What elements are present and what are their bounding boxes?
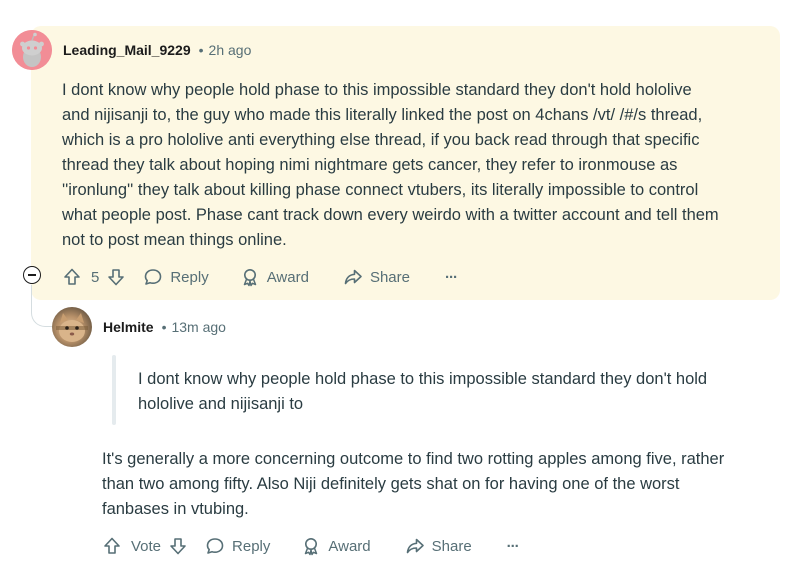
- upvote-button[interactable]: [102, 536, 122, 556]
- avatar[interactable]: [12, 30, 52, 70]
- quote-line: I dont know why people hold phase to thi…: [138, 370, 708, 388]
- username[interactable]: Helmite: [103, 319, 154, 335]
- separator-dot: •: [161, 319, 167, 335]
- award-button[interactable]: Award: [301, 536, 371, 556]
- award-label: Award: [328, 537, 371, 555]
- snoo-avatar-icon: [12, 30, 52, 70]
- reply-speech-bubble-icon: [206, 538, 224, 554]
- reply-label: Reply: [170, 268, 209, 286]
- comment-action-bar: Vote Reply Award Share ···: [102, 531, 520, 561]
- downvote-button[interactable]: [106, 267, 126, 287]
- upvote-arrow-icon: [64, 268, 80, 285]
- minus-icon: [28, 274, 36, 276]
- timestamp-text: 13m ago: [171, 319, 226, 335]
- reply-button[interactable]: Reply: [205, 536, 270, 556]
- timestamp-text: 2h ago: [208, 42, 252, 58]
- comment-line: fanbases in vtubing.: [102, 500, 249, 518]
- downvote-arrow-icon: [108, 269, 125, 286]
- avatar[interactable]: [52, 307, 92, 347]
- award-icon: [243, 269, 256, 287]
- more-options-button[interactable]: ···: [445, 269, 458, 286]
- blockquote-bar: [112, 355, 116, 425]
- reply-speech-bubble-icon: [145, 269, 162, 285]
- comment-line: and nijisanji to, the guy who made this …: [62, 106, 703, 124]
- comment-body: It's generally a more concerning outcome…: [102, 447, 724, 522]
- reply-label: Reply: [232, 537, 271, 555]
- share-button[interactable]: Share: [343, 267, 410, 287]
- share-label: Share: [431, 537, 472, 555]
- share-button[interactable]: Share: [405, 536, 472, 556]
- comment-line: It's generally a more concerning outcome…: [102, 450, 725, 468]
- award-icon: [305, 538, 318, 556]
- upvote-arrow-icon: [104, 537, 120, 554]
- comment-action-bar: 5 Reply Award Share ···: [62, 262, 458, 292]
- blockquote: I dont know why people hold phase to thi…: [138, 367, 707, 417]
- timestamp[interactable]: • 13m ago: [162, 319, 226, 335]
- comment-line: thread they talk about hoping nimi night…: [62, 156, 678, 174]
- comment-line: than two among fifty. Also Niji definite…: [102, 475, 680, 493]
- comment-meta: Helmite • 13m ago: [103, 319, 226, 335]
- comment-line: what people post. Phase cant track down …: [62, 206, 719, 224]
- upvote-button[interactable]: [62, 267, 82, 287]
- reply-button[interactable]: Reply: [143, 267, 209, 287]
- comment-line: not to post mean things online.: [62, 231, 287, 249]
- share-label: Share: [369, 268, 410, 286]
- award-button[interactable]: Award: [240, 267, 309, 287]
- vote-label: Vote: [131, 537, 162, 555]
- timestamp[interactable]: • 2h ago: [199, 42, 252, 58]
- thread-connector-line: [31, 285, 53, 327]
- more-options-button[interactable]: ···: [507, 538, 520, 555]
- comment-line: ''ironlung'' they talk about killing pha…: [62, 181, 699, 199]
- cat-avatar-icon: [56, 313, 88, 342]
- share-arrow-icon: [344, 269, 362, 285]
- share-arrow-icon: [406, 538, 424, 554]
- downvote-arrow-icon: [170, 538, 186, 555]
- quote-line: hololive and nijisanji to: [138, 395, 304, 413]
- comment-body: I dont know why people hold phase to thi…: [62, 78, 719, 253]
- vote-count: 5: [91, 268, 100, 286]
- award-label: Award: [266, 268, 309, 286]
- comment-line: which is a pro hololive anti everything …: [62, 131, 700, 149]
- username[interactable]: Leading_Mail_9229: [63, 42, 191, 58]
- collapse-thread-button[interactable]: [23, 266, 41, 284]
- separator-dot: •: [198, 42, 204, 58]
- comment-meta: Leading_Mail_9229 • 2h ago: [63, 42, 251, 58]
- comment-line: I dont know why people hold phase to thi…: [62, 81, 692, 99]
- downvote-button[interactable]: [168, 536, 188, 556]
